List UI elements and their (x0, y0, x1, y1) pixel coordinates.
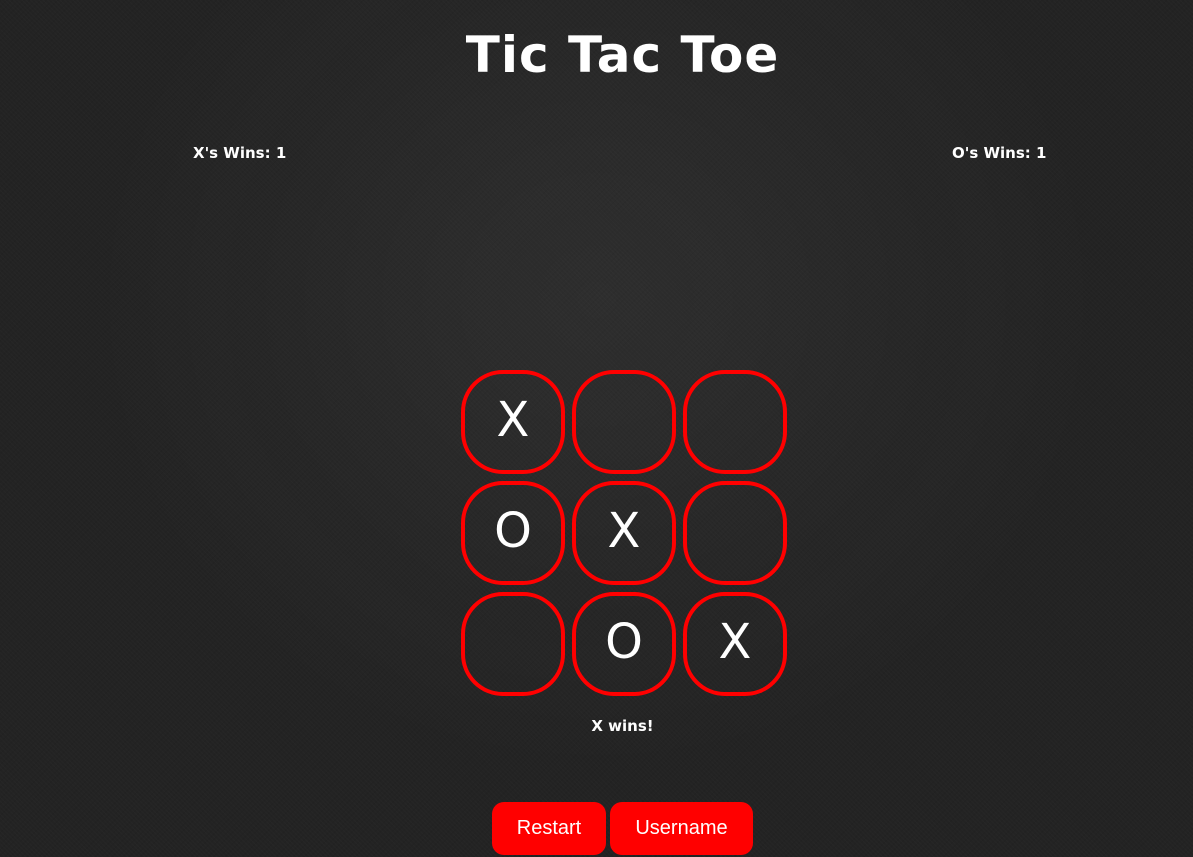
board-cell-4[interactable]: O (461, 481, 565, 585)
cell-mark: O (605, 614, 643, 670)
board-cell-3[interactable] (683, 370, 787, 474)
cell-mark: X (496, 392, 530, 448)
cell-mark: O (494, 503, 532, 559)
board-cell-5[interactable]: X (572, 481, 676, 585)
o-wins-counter: O's Wins: 1 (952, 144, 1047, 162)
board-cell-1[interactable]: X (461, 370, 565, 474)
game-status-message: X wins! (591, 717, 654, 735)
page-title: Tic Tac Toe (465, 26, 780, 84)
game-board: X O X O X (461, 370, 792, 700)
cell-mark: X (607, 503, 641, 559)
username-button[interactable]: Username (610, 802, 753, 855)
board-cell-9[interactable]: X (683, 592, 787, 696)
board-cell-2[interactable] (572, 370, 676, 474)
board-cell-8[interactable]: O (572, 592, 676, 696)
x-wins-counter: X's Wins: 1 (193, 144, 287, 162)
board-cell-7[interactable] (461, 592, 565, 696)
restart-button[interactable]: Restart (492, 802, 606, 855)
cell-mark: X (718, 614, 752, 670)
board-cell-6[interactable] (683, 481, 787, 585)
